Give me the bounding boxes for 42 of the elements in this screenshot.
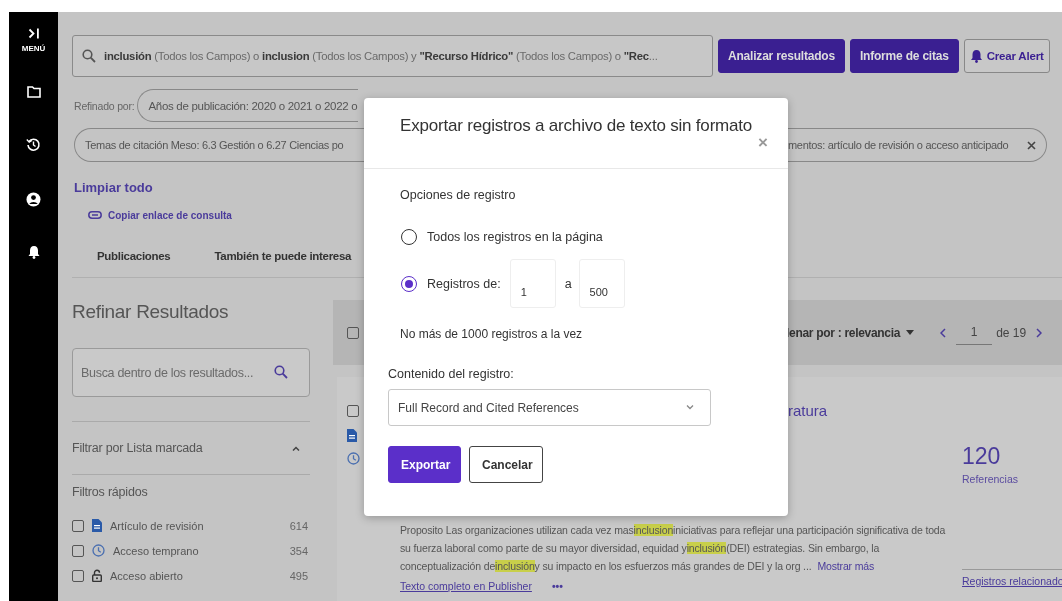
highlighted-term: inclusión (495, 560, 535, 572)
copy-link[interactable]: Copiar enlace de consulta (88, 208, 232, 222)
page-field[interactable]: 1 (956, 324, 993, 345)
more-options-button[interactable]: ••• (551, 580, 563, 592)
clear-all-link[interactable]: Limpiar todo (74, 180, 153, 195)
citation-label: Referencias (962, 473, 1019, 485)
range-end-field[interactable]: 500 (578, 259, 625, 308)
content-dropdown[interactable]: Full Record and Cited References (388, 389, 711, 426)
option-label: Todos los registros en la página (427, 230, 603, 244)
citation-count[interactable]: 120 (962, 443, 1001, 469)
filter-label: Acceso temprano (113, 544, 199, 557)
full-text-link[interactable]: Texto completo en Publisher (400, 580, 532, 592)
alert-button[interactable]: Crear Alert (963, 39, 1050, 73)
filter-count: 354 (289, 544, 308, 557)
action-button[interactable]: Analizar resultados (718, 39, 845, 73)
limit-note: No más de 1000 registros a la vez (400, 326, 584, 343)
range-start-field[interactable]: 1 (509, 259, 556, 308)
refined-by-label: Refinado por: (74, 99, 135, 112)
option-label: Registros de: (427, 276, 501, 291)
tab[interactable]: También te puede interesa (214, 250, 352, 262)
filter-label: Artículo de revisión (110, 519, 204, 532)
search-field[interactable]: inclusión (Todos los Campos) o inclusion (Todos los Campos) y "Recurso Hídrico" (Todos los Campos) o "Rec... (72, 35, 713, 77)
show-more-link[interactable]: Mostrar más (817, 560, 875, 572)
export-button[interactable]: Exportar (388, 446, 461, 483)
section-heading: Opciones de registro (400, 187, 517, 204)
panel-title: Refinar Resultados (72, 300, 230, 324)
cancel-button[interactable]: Cancelar (469, 446, 543, 483)
action-button[interactable]: Informe de citas (849, 39, 959, 73)
close-button[interactable]: × (758, 124, 768, 161)
field-label: Contenido del registro: (388, 366, 515, 383)
page-total: de 19 (996, 325, 1027, 340)
dialog-title: Exportar registros a archivo de texto sin formato (400, 116, 753, 136)
search-field[interactable]: Busca dentro de los resultados... (72, 348, 310, 397)
filter-count: 495 (289, 569, 308, 582)
range-separator: a (564, 276, 572, 291)
tab[interactable]: Publicaciones (97, 250, 171, 262)
result-title-link[interactable]: ratura (788, 402, 828, 419)
marked-list-toggle[interactable]: Filtrar por Lista marcada (72, 422, 310, 474)
menu-label: MENÚ (21, 44, 46, 54)
section-heading: Filtros rápidos (72, 485, 148, 499)
filter-label: Acceso abierto (110, 569, 183, 582)
filter-count: 614 (289, 519, 308, 532)
